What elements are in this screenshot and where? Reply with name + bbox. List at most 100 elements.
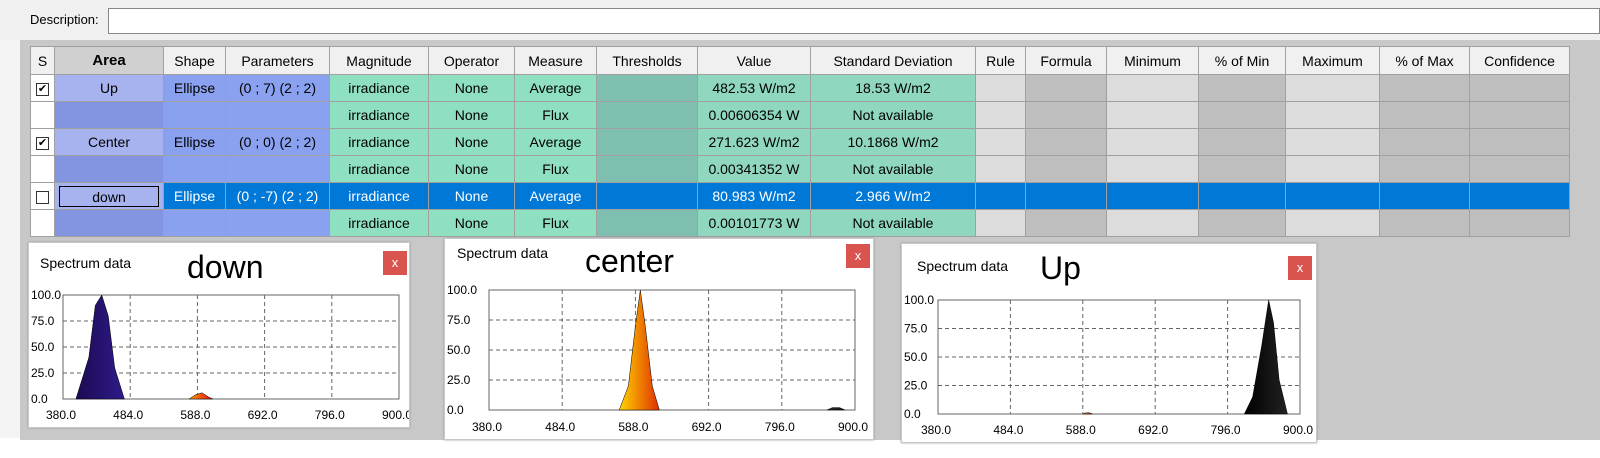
cell-area[interactable]	[54, 209, 164, 237]
cell-empty[interactable]	[975, 155, 1026, 183]
cell-value[interactable]: 80.983 W/m2	[697, 182, 811, 210]
cell-value[interactable]: 482.53 W/m2	[697, 74, 811, 102]
cell-empty[interactable]	[596, 182, 698, 210]
column-header[interactable]: Shape	[163, 46, 226, 75]
cell-shape[interactable]: Ellipse	[163, 182, 226, 210]
cell-operator[interactable]: None	[428, 209, 515, 237]
cell-shape[interactable]: Ellipse	[163, 74, 226, 102]
cell-empty[interactable]	[1469, 101, 1570, 129]
cell-empty[interactable]	[1198, 101, 1286, 129]
cell-area[interactable]: Up	[54, 74, 164, 102]
cell-empty[interactable]	[1106, 182, 1199, 210]
cell-empty[interactable]	[1025, 101, 1107, 129]
cell-empty[interactable]	[975, 128, 1026, 156]
cell-empty[interactable]	[1379, 155, 1470, 183]
cell-empty[interactable]	[596, 101, 698, 129]
cell-magnitude[interactable]: irradiance	[329, 182, 429, 210]
row-select-cell[interactable]	[30, 209, 55, 237]
column-header[interactable]: Standard Deviation	[810, 46, 976, 75]
checkbox[interactable]: ✔	[36, 136, 49, 150]
column-header[interactable]: Measure	[514, 46, 597, 75]
table-row[interactable]: irradiance None Flux 0.00101773 W Not availa…	[30, 209, 1570, 237]
cell-params[interactable]: (0 ; 7) (2 ; 2)	[225, 74, 330, 102]
cell-empty[interactable]	[975, 209, 1026, 237]
cell-empty[interactable]	[1198, 182, 1286, 210]
cell-operator[interactable]: None	[428, 74, 515, 102]
cell-empty[interactable]	[1379, 182, 1470, 210]
cell-empty[interactable]	[1285, 155, 1380, 183]
description-input[interactable]	[108, 8, 1600, 34]
cell-measure[interactable]: Flux	[514, 155, 597, 183]
cell-shape[interactable]	[163, 155, 226, 183]
cell-area[interactable]: Center	[54, 128, 164, 156]
cell-operator[interactable]: None	[428, 155, 515, 183]
cell-empty[interactable]	[1025, 74, 1107, 102]
row-select-cell[interactable]: ✔	[30, 74, 55, 102]
cell-empty[interactable]	[1025, 128, 1107, 156]
column-header[interactable]: S	[30, 46, 55, 75]
cell-empty[interactable]	[975, 101, 1026, 129]
cell-empty[interactable]	[1379, 209, 1470, 237]
column-header[interactable]: Minimum	[1106, 46, 1199, 75]
cell-shape[interactable]	[163, 209, 226, 237]
cell-value[interactable]: 0.00606354 W	[697, 101, 811, 129]
cell-empty[interactable]	[1198, 209, 1286, 237]
cell-measure[interactable]: Average	[514, 74, 597, 102]
cell-empty[interactable]	[1469, 182, 1570, 210]
table-row[interactable]: ✔ Up Ellipse (0 ; 7) (2 ; 2) irradiance None A…	[30, 74, 1570, 102]
cell-std[interactable]: Not available	[810, 155, 976, 183]
cell-empty[interactable]	[1106, 209, 1199, 237]
row-select-cell[interactable]: ✔	[30, 182, 55, 210]
column-header[interactable]: Confidence	[1469, 46, 1570, 75]
cell-magnitude[interactable]: irradiance	[329, 101, 429, 129]
cell-empty[interactable]	[596, 128, 698, 156]
cell-empty[interactable]	[1198, 74, 1286, 102]
cell-measure[interactable]: Flux	[514, 209, 597, 237]
cell-params[interactable]	[225, 209, 330, 237]
cell-std[interactable]: 18.53 W/m2	[810, 74, 976, 102]
cell-empty[interactable]	[1285, 74, 1380, 102]
cell-empty[interactable]	[1198, 128, 1286, 156]
cell-empty[interactable]	[1025, 209, 1107, 237]
cell-params[interactable]: (0 ; -7) (2 ; 2)	[225, 182, 330, 210]
table-row[interactable]: ✔ down Ellipse (0 ; -7) (2 ; 2) irradiance No…	[30, 182, 1570, 210]
column-header[interactable]: Value	[697, 46, 811, 75]
cell-std[interactable]: Not available	[810, 101, 976, 129]
cell-empty[interactable]	[1025, 182, 1107, 210]
cell-value[interactable]: 271.623 W/m2	[697, 128, 811, 156]
column-header[interactable]: Maximum	[1285, 46, 1380, 75]
table-row[interactable]: irradiance None Flux 0.00341352 W Not availa…	[30, 155, 1570, 183]
cell-params[interactable]	[225, 155, 330, 183]
cell-empty[interactable]	[1379, 128, 1470, 156]
cell-empty[interactable]	[1379, 101, 1470, 129]
cell-empty[interactable]	[1285, 182, 1380, 210]
cell-magnitude[interactable]: irradiance	[329, 155, 429, 183]
column-header[interactable]: Rule	[975, 46, 1026, 75]
cell-empty[interactable]	[1469, 209, 1570, 237]
cell-empty[interactable]	[1285, 209, 1380, 237]
cell-empty[interactable]	[596, 209, 698, 237]
cell-empty[interactable]	[1198, 155, 1286, 183]
cell-empty[interactable]	[1469, 74, 1570, 102]
cell-operator[interactable]: None	[428, 101, 515, 129]
cell-empty[interactable]	[596, 74, 698, 102]
cell-magnitude[interactable]: irradiance	[329, 128, 429, 156]
column-header[interactable]: Formula	[1025, 46, 1107, 75]
cell-area[interactable]	[54, 155, 164, 183]
table-row[interactable]: ✔ Center Ellipse (0 ; 0) (2 ; 2) irradiance N…	[30, 128, 1570, 156]
row-select-cell[interactable]: ✔	[30, 128, 55, 156]
cell-area[interactable]	[54, 101, 164, 129]
area-edit-box[interactable]: down	[59, 185, 159, 207]
cell-params[interactable]: (0 ; 0) (2 ; 2)	[225, 128, 330, 156]
column-header[interactable]: Area	[54, 46, 164, 75]
cell-std[interactable]: 10.1868 W/m2	[810, 128, 976, 156]
row-select-cell[interactable]	[30, 155, 55, 183]
cell-empty[interactable]	[1285, 128, 1380, 156]
cell-empty[interactable]	[1106, 74, 1199, 102]
cell-operator[interactable]: None	[428, 128, 515, 156]
cell-params[interactable]	[225, 101, 330, 129]
cell-value[interactable]: 0.00341352 W	[697, 155, 811, 183]
cell-area[interactable]: down	[54, 182, 164, 210]
cell-empty[interactable]	[1106, 101, 1199, 129]
cell-empty[interactable]	[596, 155, 698, 183]
